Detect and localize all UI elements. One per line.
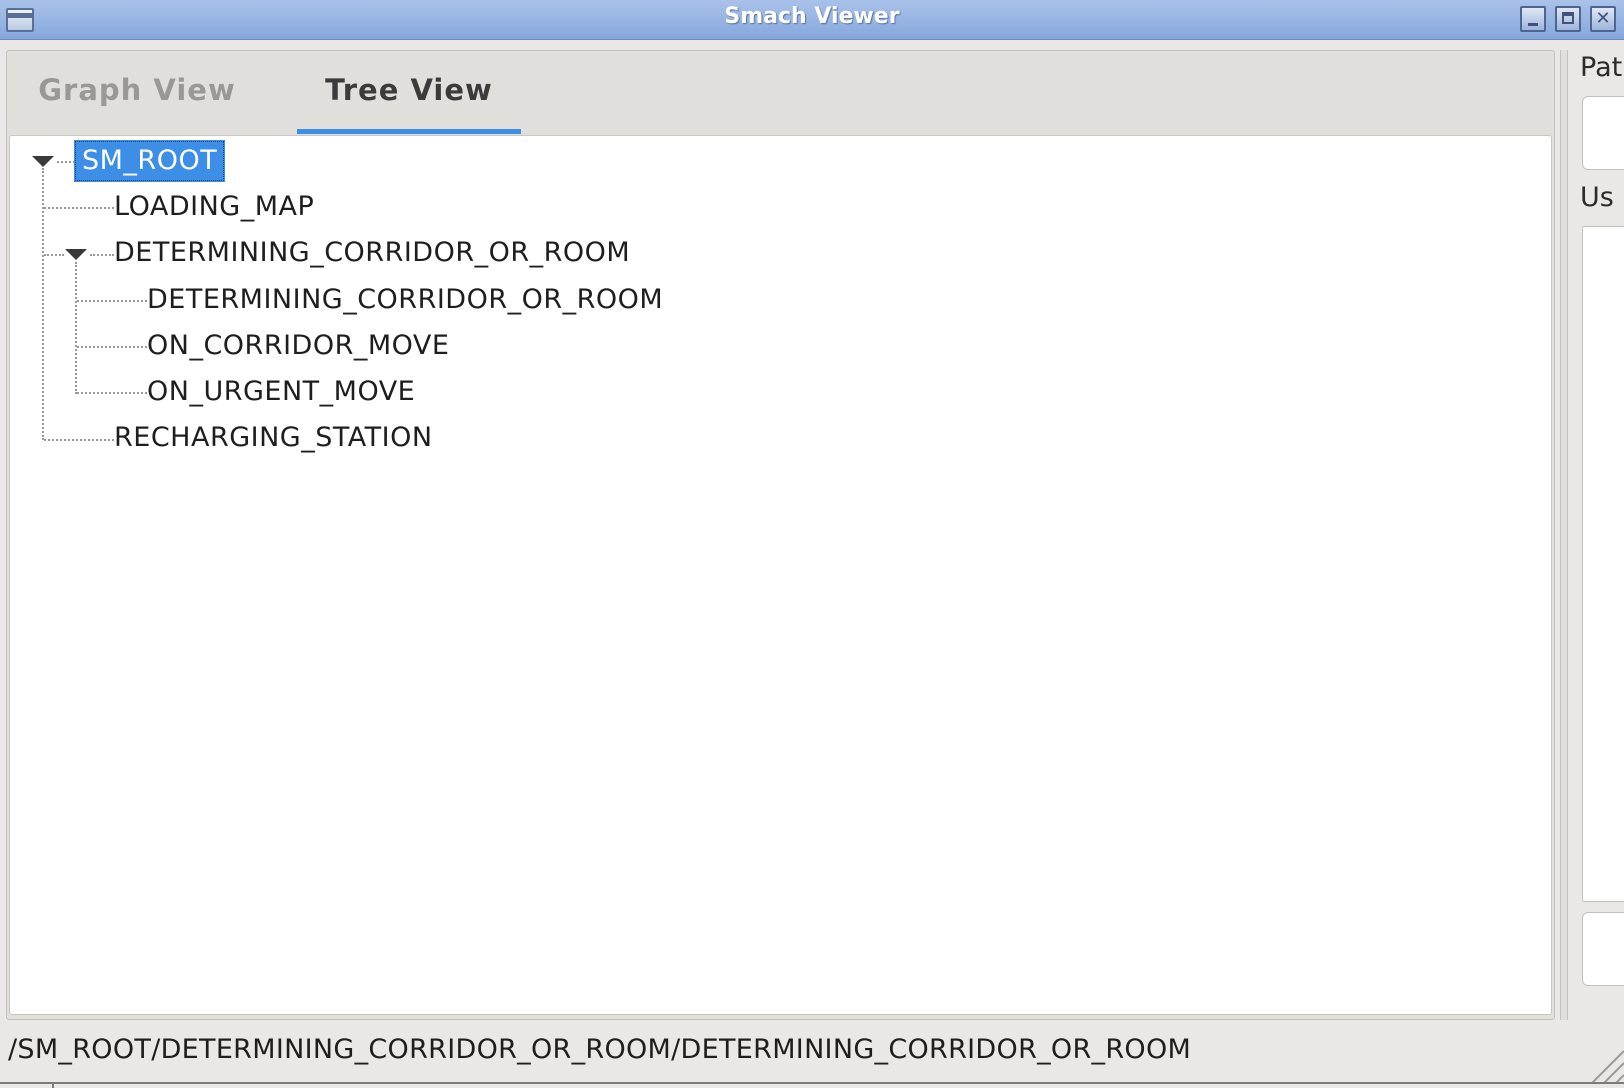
title-bar: Smach Viewer ✕ — [0, 0, 1624, 40]
tab-tree-view[interactable]: Tree View — [297, 73, 521, 134]
tree-connector — [77, 392, 147, 394]
tree-item[interactable]: LOADING_MAP — [114, 190, 314, 224]
tree-item[interactable]: ON_URGENT_MOVE — [147, 375, 415, 409]
tree-connector — [77, 300, 147, 302]
tree-connector — [44, 439, 114, 441]
path-field[interactable] — [1582, 96, 1624, 170]
tab-graph-view[interactable]: Graph View — [17, 73, 257, 123]
user-data-label: Us — [1580, 182, 1614, 213]
tree-connector — [57, 161, 75, 163]
tree-item-root[interactable]: SM_ROOT — [74, 140, 226, 182]
side-button[interactable] — [1582, 912, 1624, 986]
tree-view[interactable]: SM_ROOT LOADING_MAP DETERMINING_CORRIDOR… — [9, 135, 1552, 1015]
minimize-icon — [1528, 23, 1538, 26]
maximize-icon — [1562, 12, 1574, 24]
tree-connector — [90, 254, 114, 256]
status-path: /SM_ROOT/DETERMINING_CORRIDOR_OR_ROOM/DE… — [8, 1034, 1192, 1065]
minimize-button[interactable] — [1520, 6, 1546, 32]
expand-arrow-icon[interactable] — [32, 156, 54, 167]
maximize-button[interactable] — [1555, 6, 1581, 32]
status-divider — [0, 1082, 1624, 1088]
tab-widget: Graph View Tree View SM_ROOT LOADING_MAP… — [6, 50, 1555, 1020]
close-button[interactable]: ✕ — [1590, 6, 1616, 32]
tree-connector — [44, 254, 64, 256]
tree-connector — [75, 262, 77, 394]
tree-item[interactable]: DETERMINING_CORRIDOR_OR_ROOM — [147, 283, 663, 317]
tree-connector — [77, 346, 147, 348]
path-label: Pat — [1580, 52, 1623, 83]
tree-item[interactable]: RECHARGING_STATION — [114, 421, 433, 455]
close-icon: ✕ — [1595, 8, 1611, 29]
resize-grip-icon[interactable] — [1584, 1042, 1624, 1082]
status-bar: /SM_ROOT/DETERMINING_CORRIDOR_OR_ROOM/DE… — [0, 1020, 1624, 1088]
tree-connector — [44, 207, 114, 209]
tree-item[interactable]: ON_CORRIDOR_MOVE — [147, 329, 449, 363]
right-panel: Pat Us — [1568, 50, 1624, 1020]
expand-arrow-icon[interactable] — [65, 249, 87, 260]
user-data-field[interactable] — [1582, 226, 1624, 902]
window-title: Smach Viewer — [724, 4, 900, 29]
tree-item[interactable]: DETERMINING_CORRIDOR_OR_ROOM — [114, 236, 630, 270]
panel-splitter[interactable] — [1560, 50, 1568, 1020]
